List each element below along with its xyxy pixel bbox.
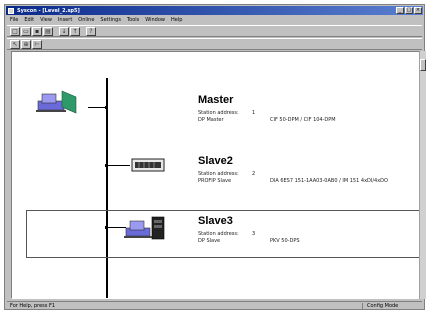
station-address-label: Station address:: [198, 171, 239, 177]
station-type-value: PKV 50-DPS: [270, 238, 300, 244]
maximize-button[interactable]: □: [405, 7, 413, 14]
station-slave3[interactable]: Slave3 Station address: 3 DP Slave PKV 50-…: [198, 215, 300, 245]
menu-settings[interactable]: Settings: [100, 17, 121, 23]
menu-view[interactable]: View: [40, 17, 52, 23]
select-icon[interactable]: ↖: [10, 39, 20, 49]
close-button[interactable]: ×: [414, 7, 422, 14]
station-slave2[interactable]: Slave2 Station address: 2 PROFIP Slave DIA…: [198, 155, 388, 185]
scrollbar-thumb[interactable]: [420, 59, 426, 71]
station-type-label: DP Master: [198, 117, 224, 123]
minimize-button[interactable]: _: [396, 7, 404, 14]
station-name: Master: [198, 94, 234, 106]
menu-file[interactable]: File: [10, 17, 18, 23]
application-window: Syscon - [Level_2.sp5] _ □ × File Edit V…: [4, 4, 426, 310]
master-node-dot: [105, 106, 108, 109]
station-name: Slave2: [198, 155, 233, 167]
station-type-label: PROFIP Slave: [198, 178, 232, 184]
menu-help[interactable]: Help: [171, 17, 182, 23]
station-name: Slave3: [198, 215, 233, 227]
station-type-value: DIA 6ES7 151-1AA03-0AB0 / IM 151 4xDI/4x…: [270, 178, 388, 184]
slave3-device-icon[interactable]: [124, 214, 172, 242]
master-device-icon[interactable]: [32, 89, 90, 117]
station-address-value: 1: [252, 110, 256, 116]
download-icon[interactable]: ↓: [59, 26, 69, 36]
station-address-value: 3: [252, 231, 256, 237]
status-bar: For Help, press F1 Config Mode: [7, 301, 422, 310]
vertical-scrollbar[interactable]: [419, 51, 426, 299]
main-toolbar: □ ▭ ▪ ▤ ↓ ↑ ?: [7, 25, 422, 37]
station-address-value: 2: [252, 171, 256, 177]
slave2-device-icon[interactable]: [130, 156, 168, 174]
slave2-node-dot: [105, 164, 108, 167]
zoom-icon[interactable]: ⊕: [21, 39, 31, 49]
status-help-text: For Help, press F1: [10, 303, 56, 309]
status-mode-text: Config Mode: [362, 303, 422, 309]
slave3-node-dot: [105, 226, 108, 229]
app-icon: [8, 7, 14, 14]
menu-online[interactable]: Online: [78, 17, 94, 23]
title-bar: Syscon - [Level_2.sp5] _ □ ×: [6, 6, 423, 15]
help-icon[interactable]: ?: [86, 26, 96, 36]
station-master[interactable]: Master Station address: 1 DP Master CIF 50…: [198, 94, 336, 124]
menu-window[interactable]: Window: [145, 17, 165, 23]
window-title: Syscon - [Level_2.sp5]: [17, 7, 80, 14]
station-address-label: Station address:: [198, 231, 239, 237]
station-type-label: DP Slave: [198, 238, 221, 244]
open-icon[interactable]: ▭: [21, 26, 31, 36]
print-icon[interactable]: ▤: [43, 26, 53, 36]
profibus-line: [106, 78, 108, 298]
menu-insert[interactable]: Insert: [58, 17, 72, 23]
save-icon[interactable]: ▪: [32, 26, 42, 36]
station-address-label: Station address:: [198, 110, 239, 116]
secondary-toolbar: ↖ ⊕ ⊢: [7, 38, 422, 50]
new-icon[interactable]: □: [10, 26, 20, 36]
slave2-connector: [108, 165, 130, 166]
slave3-connector: [108, 227, 126, 228]
connect-icon[interactable]: ⊢: [32, 39, 42, 49]
menu-bar: File Edit View Insert Online Settings To…: [7, 16, 422, 24]
station-type-value: CIF 50-DPM / CIF 104-DPM: [270, 117, 336, 123]
network-canvas[interactable]: Master Station address: 1 DP Master CIF 50…: [11, 51, 421, 299]
menu-edit[interactable]: Edit: [24, 17, 34, 23]
upload-icon[interactable]: ↑: [70, 26, 80, 36]
menu-tools[interactable]: Tools: [127, 17, 139, 23]
